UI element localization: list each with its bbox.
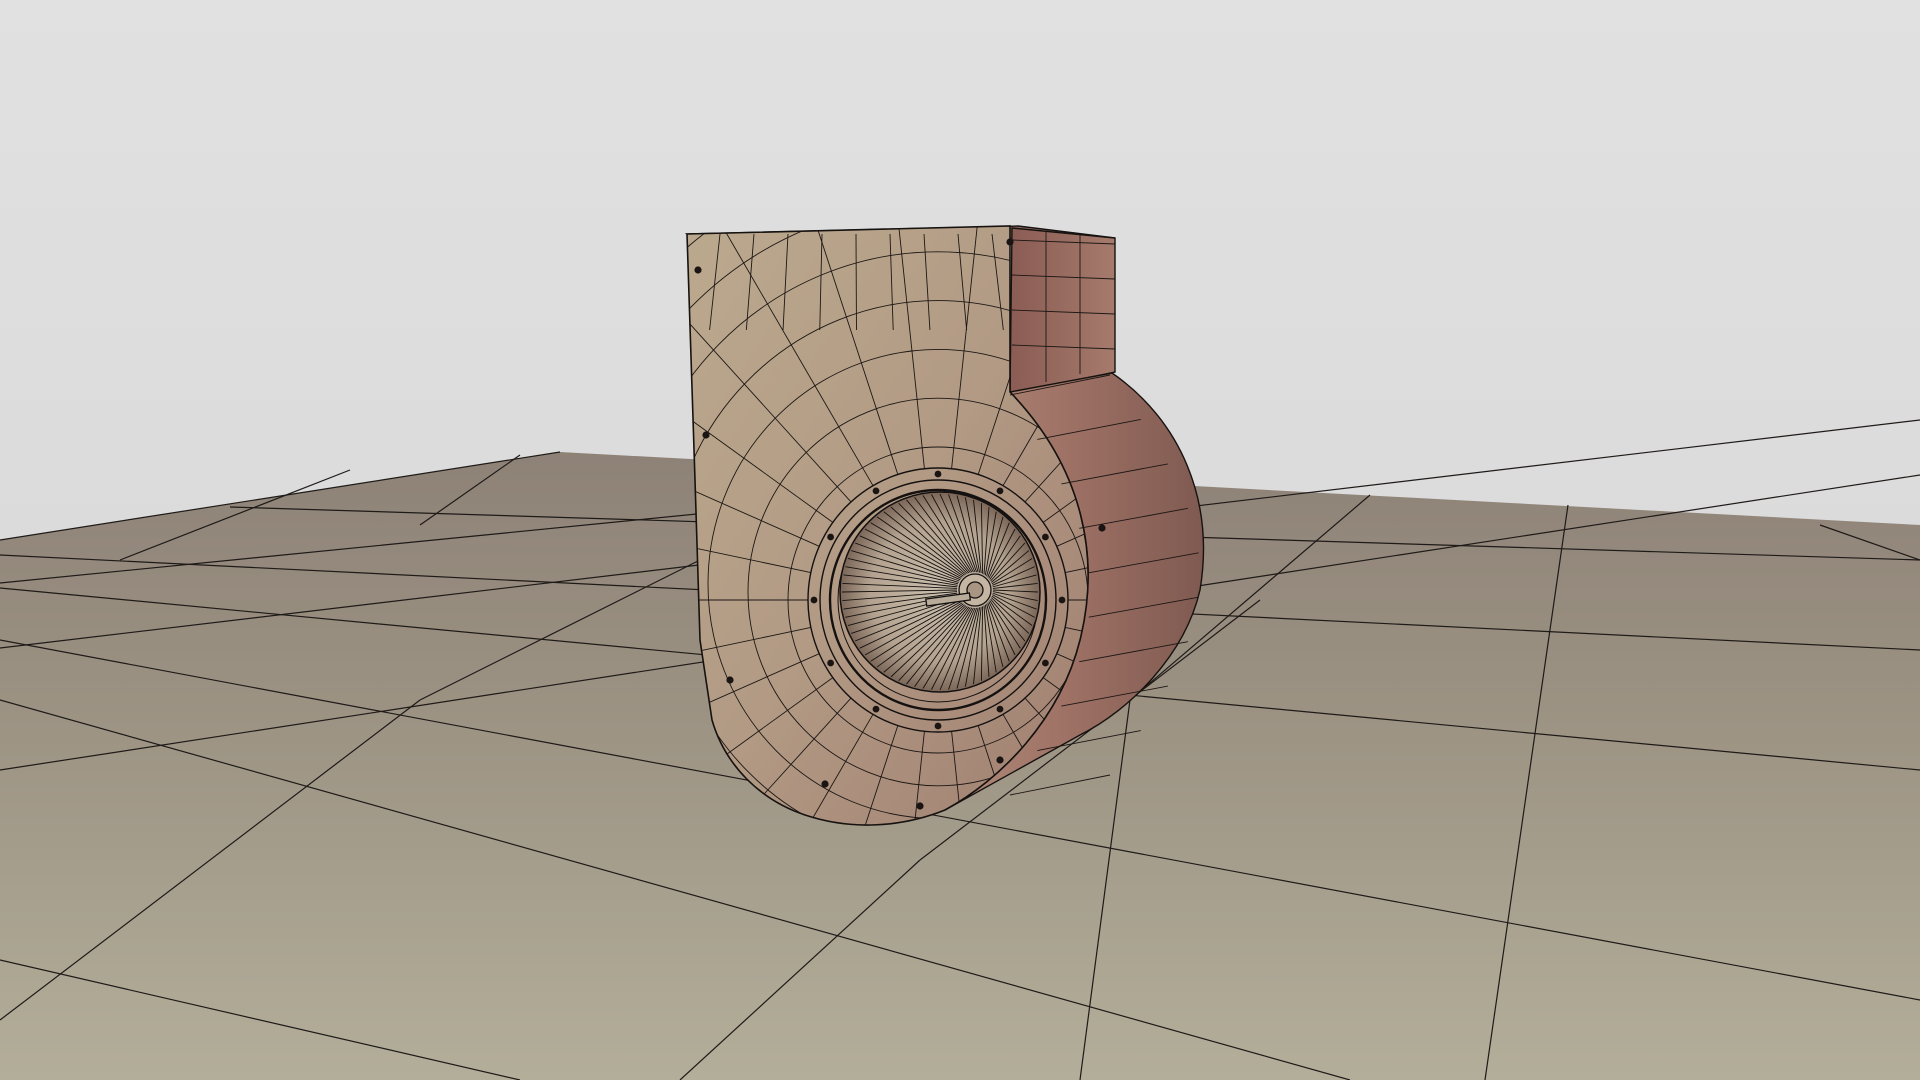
bolt (827, 659, 835, 667)
bolt (726, 676, 734, 684)
bolt (996, 756, 1004, 764)
bolt (934, 722, 942, 730)
bolt (1041, 659, 1049, 667)
bolt (872, 487, 880, 495)
bolt (702, 431, 710, 439)
bolt (996, 487, 1004, 495)
viewport-canvas[interactable] (0, 0, 1920, 1080)
bolt (1041, 533, 1049, 541)
bolt (934, 470, 942, 478)
bolt (694, 266, 702, 274)
bolt (996, 705, 1004, 713)
bolt (1058, 596, 1066, 604)
3d-viewport[interactable] (0, 0, 1920, 1080)
bolt (821, 780, 829, 788)
bolt (1006, 238, 1014, 246)
bolt (916, 802, 924, 810)
bolt (827, 533, 835, 541)
bolt (872, 705, 880, 713)
outlet-side-face (1009, 227, 1116, 395)
bolt (810, 596, 818, 604)
bolt (1098, 524, 1106, 532)
